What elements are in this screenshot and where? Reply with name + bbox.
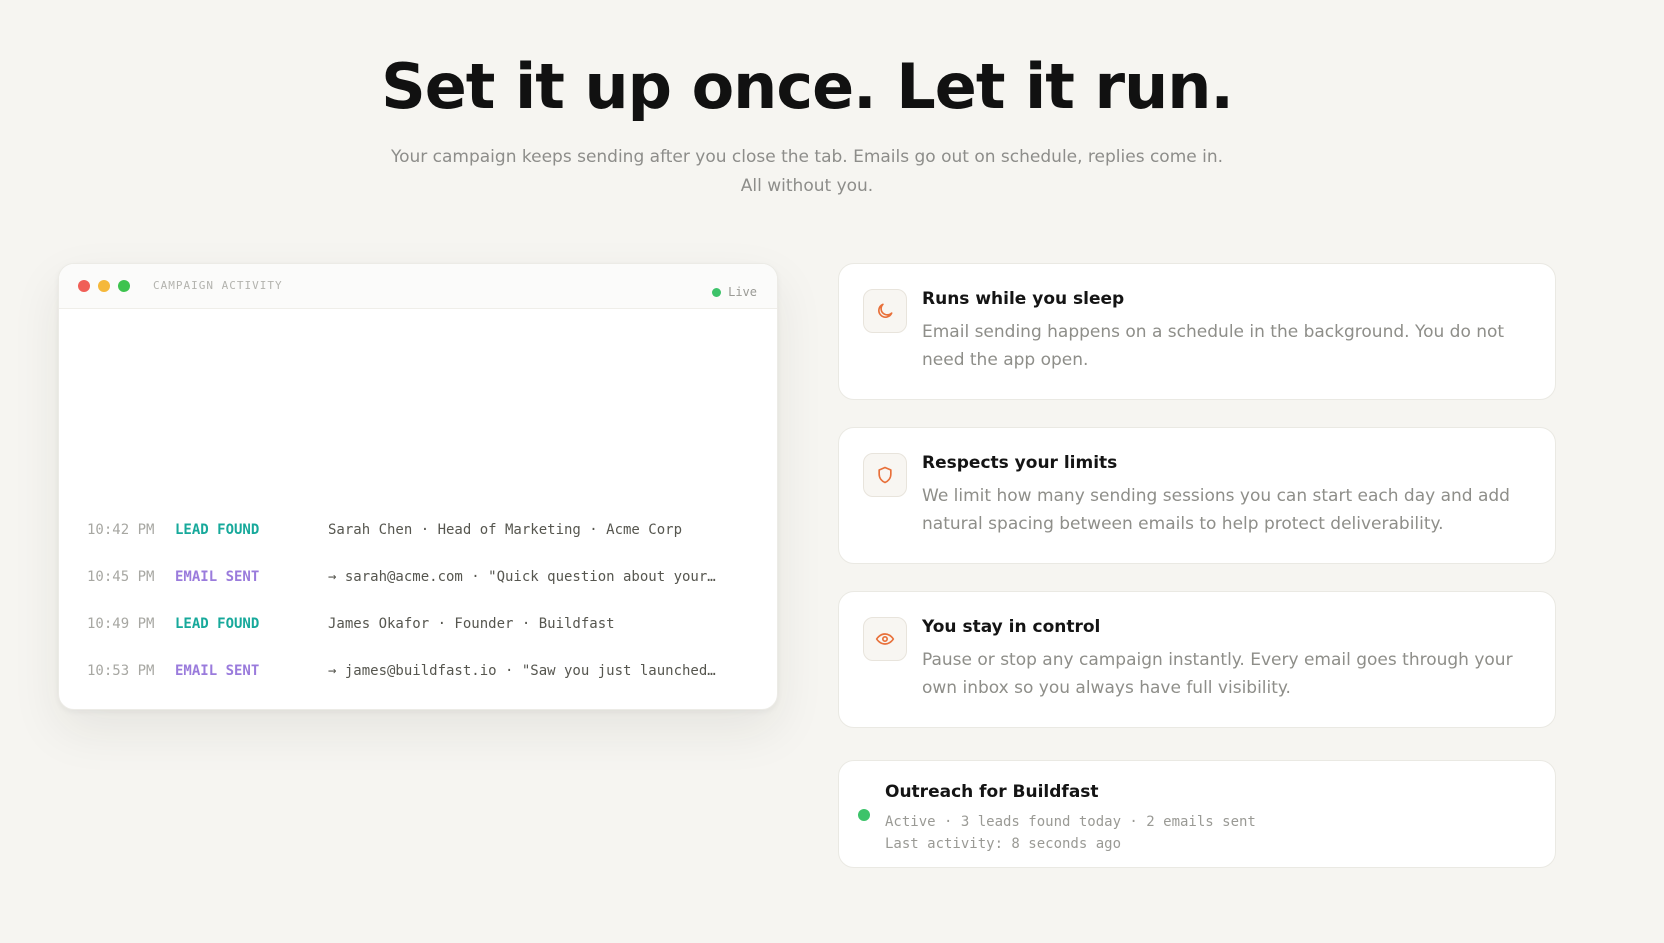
window-title-bar: CAMPAIGN ACTIVITY Live	[59, 264, 777, 309]
live-label: Live	[728, 285, 757, 299]
log-row: 10:53 PM EMAIL SENT → james@buildfast.io…	[87, 647, 757, 694]
log-event-type: EMAIL SENT	[175, 568, 260, 585]
log-detail: Sarah Chen · Head of Marketing · Acme Co…	[328, 521, 683, 538]
moon-icon	[863, 289, 907, 333]
feature-title: You stay in control	[922, 617, 1101, 637]
maximize-window-dot-icon[interactable]	[118, 280, 130, 292]
log-time: 10:42 PM	[87, 521, 155, 538]
minimize-window-dot-icon[interactable]	[98, 280, 110, 292]
log-event-type: EMAIL SENT	[175, 662, 260, 679]
campaign-summary: Active · 3 leads found today · 2 emails …	[885, 814, 1256, 830]
feature-title: Respects your limits	[922, 453, 1118, 473]
log-event-type: LEAD FOUND	[175, 521, 260, 538]
feature-card-you-stay-in-control: You stay in control Pause or stop any ca…	[838, 591, 1556, 728]
log-detail: → james@buildfast.io · "Saw you just lau…	[328, 662, 716, 679]
live-indicator: Live	[712, 285, 757, 299]
window-title: CAMPAIGN ACTIVITY	[153, 279, 283, 292]
live-dot-icon	[712, 287, 722, 297]
campaign-name: Outreach for Buildfast	[885, 782, 1099, 802]
log-time: 10:53 PM	[87, 662, 155, 679]
shield-icon	[863, 453, 907, 497]
subtitle-line-2: All without you.	[740, 176, 874, 196]
subtitle-line-1: Your campaign keeps sending after you cl…	[390, 147, 1224, 167]
page-subtitle: Your campaign keeps sending after you cl…	[382, 143, 1232, 201]
eye-icon	[863, 617, 907, 661]
last-activity: Last activity: 8 seconds ago	[885, 836, 1122, 852]
activity-log: 10:42 PM LEAD FOUND Sarah Chen · Head of…	[87, 506, 757, 694]
active-status-dot-icon	[858, 809, 870, 821]
log-time: 10:49 PM	[87, 615, 155, 632]
log-row: 10:42 PM LEAD FOUND Sarah Chen · Head of…	[87, 506, 757, 553]
feature-title: Runs while you sleep	[922, 289, 1125, 309]
close-window-dot-icon[interactable]	[78, 280, 90, 292]
log-row: 10:49 PM LEAD FOUND James Okafor · Found…	[87, 600, 757, 647]
feature-card-runs-while-you-sleep: Runs while you sleep Email sending happe…	[838, 263, 1556, 400]
page-title: Set it up once. Let it run.	[381, 50, 1234, 123]
log-detail: → sarah@acme.com · "Quick question about…	[328, 568, 716, 585]
feature-description: We limit how many sending sessions you c…	[922, 486, 1510, 534]
campaign-activity-window: CAMPAIGN ACTIVITY Live 10:42 PM LEAD FOU…	[58, 263, 778, 710]
feature-card-respects-your-limits: Respects your limits We limit how many s…	[838, 427, 1556, 564]
log-time: 10:45 PM	[87, 568, 155, 585]
feature-description: Pause or stop any campaign instantly. Ev…	[922, 650, 1513, 698]
campaign-status-card[interactable]: Outreach for Buildfast Active · 3 leads …	[838, 760, 1556, 868]
log-row: 10:45 PM EMAIL SENT → sarah@acme.com · "…	[87, 553, 757, 600]
log-detail: James Okafor · Founder · Buildfast	[328, 615, 615, 632]
feature-description: Email sending happens on a schedule in t…	[922, 322, 1505, 370]
log-event-type: LEAD FOUND	[175, 615, 260, 632]
